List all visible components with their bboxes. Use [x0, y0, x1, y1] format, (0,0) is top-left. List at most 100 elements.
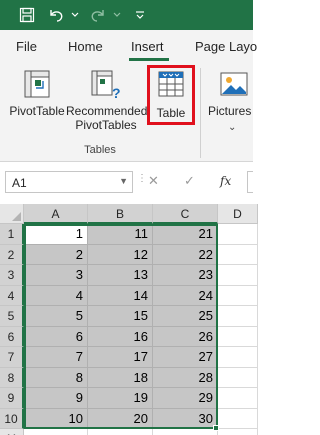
cell-b6[interactable]: 16 — [88, 326, 153, 347]
cell-a5[interactable]: 5 — [24, 306, 88, 327]
tab-home[interactable]: Home — [68, 39, 103, 54]
ribbon-tabs: File Home Insert Page Layo — [0, 30, 257, 62]
pivottable-button[interactable]: PivotTable — [6, 68, 68, 118]
cell-a6[interactable]: 6 — [24, 326, 88, 347]
row-header-9[interactable]: 9 — [0, 388, 24, 409]
cell-d10[interactable] — [218, 408, 258, 429]
cell-b8[interactable]: 18 — [88, 367, 153, 388]
row-header-1[interactable]: 1 — [0, 224, 24, 245]
recommended-pivottables-icon: ? — [90, 68, 122, 101]
cell-d6[interactable] — [218, 326, 258, 347]
redo-dropdown-icon[interactable] — [112, 6, 122, 24]
undo-dropdown-icon[interactable] — [70, 6, 80, 24]
recommended-label-line1: Recommended — [66, 104, 148, 118]
cell-a2[interactable]: 2 — [24, 244, 88, 265]
cell-d5[interactable] — [218, 306, 258, 327]
cell-a1[interactable]: 1 — [24, 224, 88, 245]
select-all-button[interactable] — [0, 204, 24, 224]
cell-b7[interactable]: 17 — [88, 347, 153, 368]
name-box[interactable]: A1 ▼ — [5, 171, 133, 193]
cell-b5[interactable]: 15 — [88, 306, 153, 327]
formula-bar-grip-icon[interactable]: ⋮ — [137, 174, 147, 192]
fill-handle[interactable] — [213, 425, 219, 431]
row-header-7[interactable]: 7 — [0, 347, 24, 368]
column-header-d[interactable]: D — [218, 204, 258, 224]
column-header-b[interactable]: B — [88, 204, 153, 224]
pictures-icon — [218, 68, 250, 100]
cell-d11[interactable] — [218, 429, 258, 435]
recommended-pivottables-button[interactable]: ? Recommended PivotTables — [66, 68, 148, 132]
cell-a7[interactable]: 7 — [24, 347, 88, 368]
cell-b9[interactable]: 19 — [88, 388, 153, 409]
pivottable-icon — [21, 68, 53, 100]
name-box-value: A1 — [12, 176, 27, 190]
customize-qat-icon[interactable] — [134, 6, 146, 24]
cell-d1[interactable] — [218, 224, 258, 245]
row-header-2[interactable]: 2 — [0, 244, 24, 265]
tables-group-label: Tables — [84, 144, 116, 156]
cell-a11[interactable] — [24, 429, 88, 435]
worksheet-grid[interactable]: A B C D 1 1 11 21 2 2 12 22 3 3 13 23 4 4 14 24 5 5 15 25 6 6 16 26… — [0, 204, 258, 435]
insert-function-button[interactable]: fx — [220, 174, 231, 188]
column-header-c[interactable]: C — [153, 204, 218, 224]
row-header-11[interactable]: 11 — [0, 429, 24, 435]
cell-a3[interactable]: 3 — [24, 265, 88, 286]
row-header-8[interactable]: 8 — [0, 367, 24, 388]
cell-a4[interactable]: 4 — [24, 285, 88, 306]
cell-c9[interactable]: 29 — [153, 388, 218, 409]
cell-d8[interactable] — [218, 367, 258, 388]
cell-c2[interactable]: 22 — [153, 244, 218, 265]
pivottable-label: PivotTable — [9, 104, 65, 118]
tab-page-layout[interactable]: Page Layo — [195, 39, 257, 54]
group-separator — [200, 68, 201, 158]
table-button-highlight — [147, 65, 195, 125]
cell-c6[interactable]: 26 — [153, 326, 218, 347]
formula-bar: A1 ▼ ⋮ ✕ ✓ fx — [0, 162, 253, 204]
tab-file[interactable]: File — [16, 39, 37, 54]
cell-d9[interactable] — [218, 388, 258, 409]
cell-a8[interactable]: 8 — [24, 367, 88, 388]
cell-b4[interactable]: 14 — [88, 285, 153, 306]
cell-c8[interactable]: 28 — [153, 367, 218, 388]
cell-c10[interactable]: 30 — [153, 408, 218, 429]
cell-d2[interactable] — [218, 244, 258, 265]
cell-c4[interactable]: 24 — [153, 285, 218, 306]
row-header-10[interactable]: 10 — [0, 408, 24, 429]
cell-c11[interactable] — [153, 429, 218, 435]
title-bar — [0, 0, 253, 30]
pictures-label: Pictures — [208, 104, 252, 118]
redo-icon[interactable] — [88, 6, 108, 24]
svg-text:?: ? — [112, 85, 121, 100]
pictures-button[interactable]: Pictures — [208, 68, 268, 118]
cancel-icon[interactable]: ✕ — [148, 173, 159, 189]
active-tab-indicator — [129, 58, 169, 61]
chevron-down-icon[interactable]: ⌄ — [228, 122, 236, 133]
cell-b1[interactable]: 11 — [88, 224, 153, 245]
save-icon[interactable] — [18, 6, 36, 24]
cell-c7[interactable]: 27 — [153, 347, 218, 368]
formula-input[interactable] — [247, 171, 253, 193]
cell-c1[interactable]: 21 — [153, 224, 218, 245]
cell-b3[interactable]: 13 — [88, 265, 153, 286]
cell-a9[interactable]: 9 — [24, 388, 88, 409]
row-header-3[interactable]: 3 — [0, 265, 24, 286]
tab-insert[interactable]: Insert — [131, 39, 164, 54]
row-header-6[interactable]: 6 — [0, 326, 24, 347]
cell-a10[interactable]: 10 — [24, 408, 88, 429]
cell-b2[interactable]: 12 — [88, 244, 153, 265]
cell-d3[interactable] — [218, 265, 258, 286]
undo-icon[interactable] — [46, 6, 66, 24]
row-header-5[interactable]: 5 — [0, 306, 24, 327]
row-header-4[interactable]: 4 — [0, 285, 24, 306]
cell-c5[interactable]: 25 — [153, 306, 218, 327]
cell-d7[interactable] — [218, 347, 258, 368]
ribbon: PivotTable ? Recommended PivotTables Tab… — [0, 62, 253, 162]
cell-c3[interactable]: 23 — [153, 265, 218, 286]
recommended-label-line2: PivotTables — [75, 118, 137, 132]
chevron-down-icon[interactable]: ▼ — [119, 176, 128, 186]
column-header-a[interactable]: A — [24, 204, 88, 224]
cell-d4[interactable] — [218, 285, 258, 306]
cell-b10[interactable]: 20 — [88, 408, 153, 429]
enter-icon[interactable]: ✓ — [184, 173, 195, 189]
cell-b11[interactable] — [88, 429, 153, 435]
